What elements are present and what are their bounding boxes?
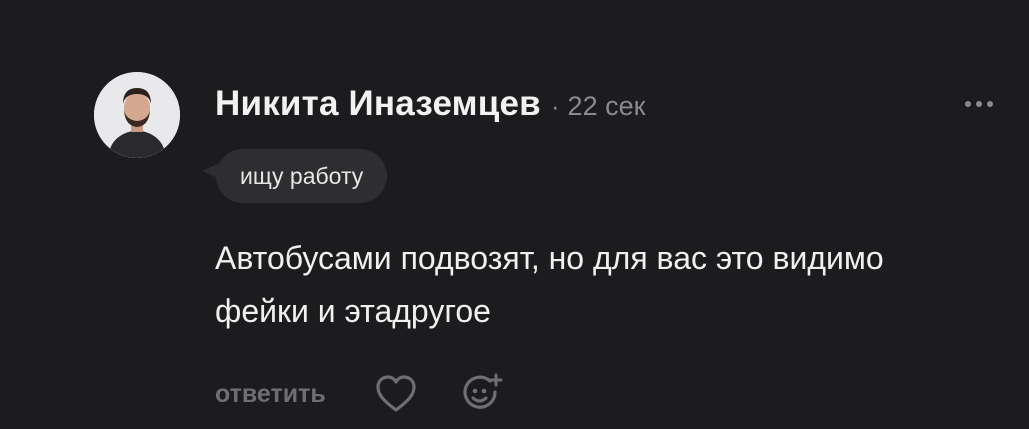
add-reaction-icon <box>463 373 503 409</box>
add-reaction-icon[interactable] <box>484 0 520 6</box>
comment-text: Автобусами подвозят, но для вас это види… <box>215 240 884 329</box>
more-dots-icon <box>965 101 971 107</box>
more-dots-icon <box>987 101 993 107</box>
more-options-button[interactable] <box>959 94 999 114</box>
timestamp: 22 сек <box>567 91 646 121</box>
user-avatar[interactable] <box>94 72 180 158</box>
status-badge: ищу работу <box>202 149 388 203</box>
add-reaction-button[interactable] <box>460 372 504 416</box>
heart-icon[interactable] <box>400 0 440 6</box>
more-dots-icon <box>976 101 982 107</box>
reply-button[interactable]: ответить <box>215 380 326 409</box>
heart-icon <box>376 375 416 412</box>
comment-thread: Никита Иназемцев · 22 сек ищу работу Авт… <box>0 0 1029 429</box>
badge-tail <box>202 163 220 179</box>
status-badge-label: ищу работу <box>240 162 364 189</box>
meta-separator: · <box>550 91 560 121</box>
comment-actions: ответить <box>215 372 504 416</box>
author-name[interactable]: Никита Иназемцев <box>215 84 541 124</box>
like-button[interactable] <box>374 374 418 414</box>
comment-header: Никита Иназемцев · 22 сек <box>215 84 645 128</box>
previous-comment-actions <box>400 0 520 6</box>
